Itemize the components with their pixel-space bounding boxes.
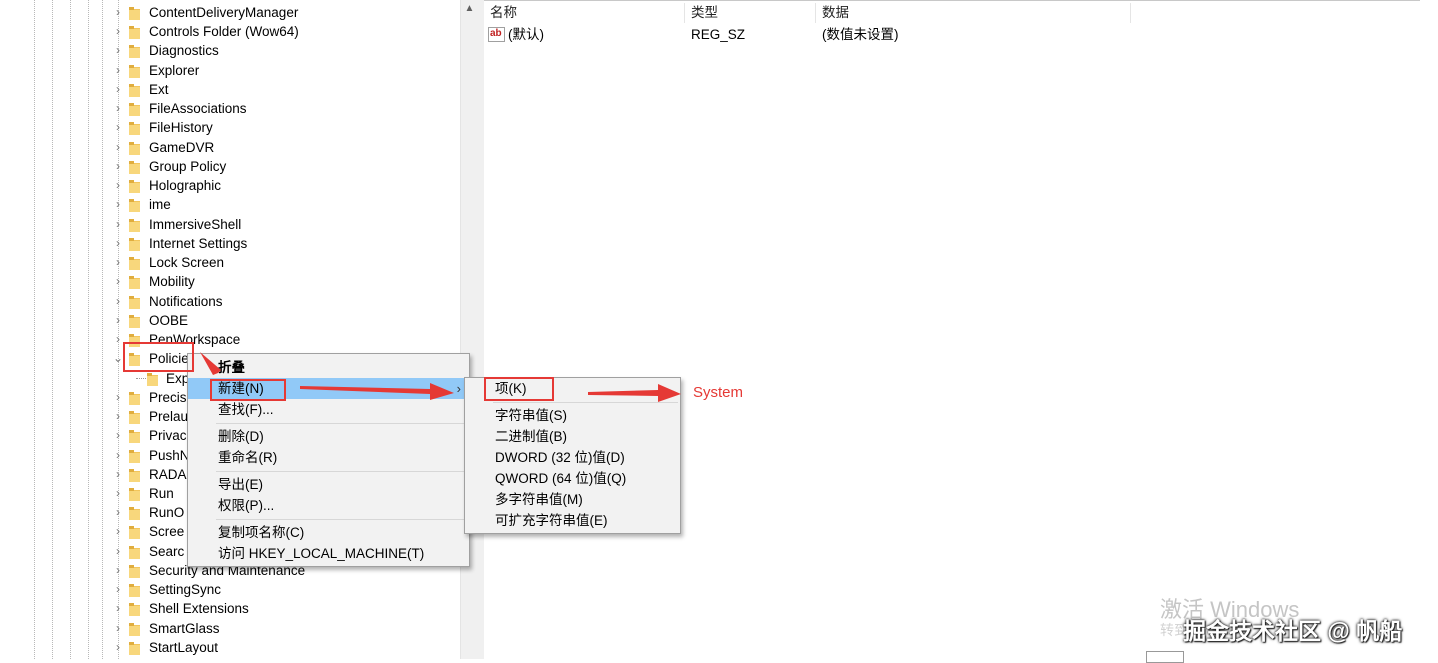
site-watermark: 掘金技术社区 @ 帆船 [1183, 618, 1403, 644]
annotation-arrow [588, 384, 681, 402]
annotation-arrows [200, 352, 681, 402]
annotation-arrow [200, 352, 221, 375]
corner-widget [1146, 651, 1184, 663]
annotation-label: System [693, 384, 744, 401]
annotation-arrow [300, 383, 454, 400]
